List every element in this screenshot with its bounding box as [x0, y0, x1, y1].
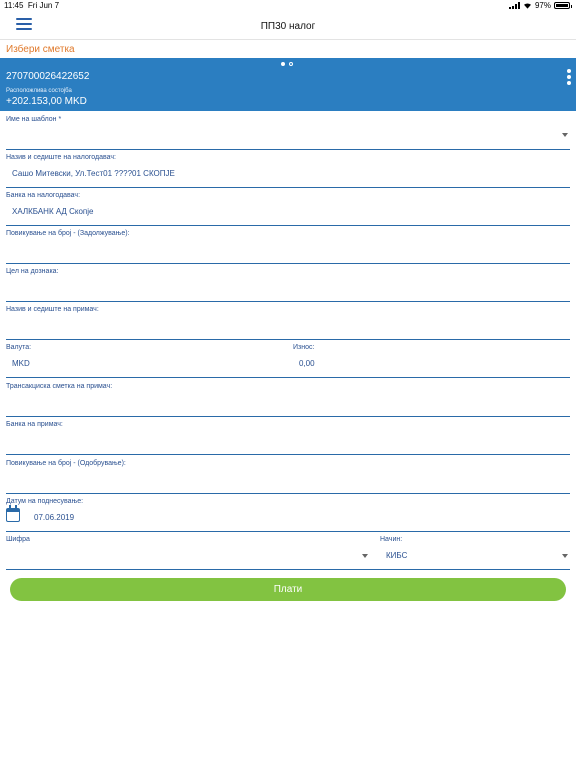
account-number: 270700026422652 — [6, 71, 90, 82]
credit-reference-label: Повикување на број - (Одобрување): — [6, 460, 126, 467]
code-dropdown-caret-icon[interactable] — [362, 554, 368, 558]
method-value: КИБС — [386, 551, 408, 560]
battery-icon — [554, 2, 572, 9]
status-bar: 11:45 Fri Jun 7 97% — [0, 0, 576, 12]
currency-label: Валута: — [6, 344, 32, 351]
code-label: Шифра — [6, 536, 30, 543]
recipient-bank-field[interactable]: Банка на примач: — [6, 421, 570, 455]
page-title: ПП30 налог — [260, 21, 316, 32]
method-dropdown-caret-icon[interactable] — [562, 554, 568, 558]
debit-reference-field[interactable]: Повикување на број - (Задолжување): — [6, 230, 570, 264]
payer-bank-value: ХАЛКБАНК АД Скопје — [12, 207, 94, 216]
page-dot-2 — [289, 62, 293, 66]
pay-button[interactable]: Плати — [10, 578, 566, 601]
payer-name-label: Назив и седиште на налогодавач: — [6, 154, 116, 161]
page-indicator[interactable] — [281, 62, 293, 66]
recipient-account-label: Трансакциска сметка на примач: — [6, 383, 113, 390]
template-name-field[interactable]: Име на шаблон * — [6, 116, 570, 150]
recipient-name-label: Назив и седиште на примач: — [6, 306, 99, 313]
payer-bank-label: Банка на налогодавач: — [6, 192, 81, 199]
nav-bar: ПП30 налог — [0, 12, 576, 40]
purpose-field[interactable]: Цел на дознака: — [6, 268, 570, 302]
select-account-label[interactable]: Избери сметка — [6, 44, 75, 55]
account-card[interactable]: 270700026422652 Расположлива состојба +2… — [0, 58, 576, 111]
cellular-signal-icon — [508, 2, 520, 9]
more-options-icon[interactable] — [566, 69, 572, 87]
currency-amount-row: Валута: MKD Износ: 0,00 — [6, 344, 570, 378]
recipient-name-field[interactable]: Назив и седиште на примач: — [6, 306, 570, 340]
code-field[interactable]: Шифра — [6, 536, 372, 570]
account-balance: +202.153,00 MKD — [6, 96, 87, 107]
recipient-bank-label: Банка на примач: — [6, 421, 63, 428]
payer-name-value: Сашо Митевски, Ул.Тест01 ????01 СКОПЈЕ — [12, 169, 175, 178]
submit-date-field[interactable]: Датум на поднесување: 07.06.2019 — [6, 498, 570, 532]
code-method-row: Шифра Начин: КИБС — [6, 536, 570, 570]
recipient-account-field[interactable]: Трансакциска сметка на примач: — [6, 383, 570, 417]
submit-date-label: Датум на поднесување: — [6, 498, 84, 505]
balance-label: Расположлива состојба — [6, 88, 72, 94]
currency-value: MKD — [12, 359, 30, 368]
template-name-label: Име на шаблон * — [6, 116, 62, 123]
amount-value: 0,00 — [299, 359, 315, 368]
amount-field[interactable]: Износ: 0,00 — [293, 344, 570, 378]
payer-name-field[interactable]: Назив и седиште на налогодавач: Сашо Мит… — [6, 154, 570, 188]
purpose-label: Цел на дознака: — [6, 268, 59, 275]
method-field[interactable]: Начин: КИБС — [380, 536, 570, 570]
wifi-icon — [523, 3, 531, 9]
status-time: 11:45 Fri Jun 7 — [4, 1, 60, 10]
page-dot-1 — [281, 62, 285, 66]
submit-date-value: 07.06.2019 — [34, 513, 75, 522]
amount-label: Износ: — [293, 344, 315, 351]
dropdown-caret-icon[interactable] — [562, 133, 568, 137]
debit-reference-label: Повикување на број - (Задолжување): — [6, 230, 130, 237]
method-label: Начин: — [380, 536, 403, 543]
battery-percent: 97% — [534, 1, 551, 10]
credit-reference-field[interactable]: Повикување на број - (Одобрување): — [6, 460, 570, 494]
calendar-icon[interactable] — [6, 505, 20, 522]
payer-bank-field[interactable]: Банка на налогодавач: ХАЛКБАНК АД Скопје — [6, 192, 570, 226]
currency-field[interactable]: Валута: MKD — [6, 344, 286, 378]
